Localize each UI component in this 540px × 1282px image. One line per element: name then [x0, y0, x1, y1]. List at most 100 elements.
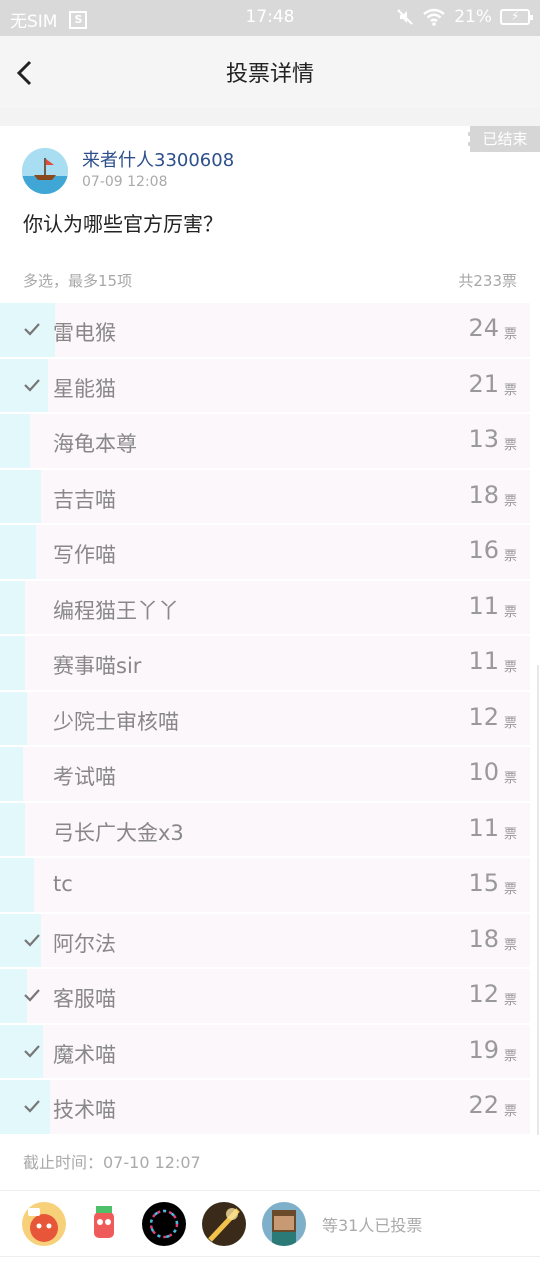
total-votes: 共233票	[458, 272, 517, 290]
poll-meta: 多选，最多15项 共233票	[23, 270, 517, 291]
vote-unit: 票	[503, 327, 517, 342]
bolt-icon: ⚡	[511, 9, 520, 23]
poll-option[interactable]: 编程猫王丫丫 11 票	[0, 580, 540, 637]
option-label: 阿尔法	[53, 931, 116, 956]
option-count: 10	[468, 758, 499, 786]
divider	[0, 1256, 540, 1257]
poll-option[interactable]: 技术喵 22 票	[0, 1080, 540, 1136]
vote-unit: 票	[503, 826, 517, 842]
option-count: 16	[468, 536, 499, 564]
poll-option[interactable]: 写作喵 16 票	[0, 525, 540, 581]
status-bar: 无SIM S 17:48 21% ⚡	[0, 0, 540, 36]
option-label: 弓长广大金x3	[53, 820, 184, 845]
vote-bar	[0, 414, 30, 468]
poll-option[interactable]: 魔术喵 19 票	[0, 1024, 540, 1081]
check-icon	[24, 378, 40, 392]
check-icon	[24, 933, 40, 947]
option-label: 海龟本尊	[53, 432, 137, 456]
divider	[0, 1190, 540, 1191]
vote-unit: 票	[503, 1048, 517, 1064]
page-title: 投票详情	[225, 62, 314, 87]
voters-row[interactable]: 等31人已投票	[22, 1202, 422, 1246]
vote-unit: 票	[503, 660, 517, 675]
voter-avatar[interactable]	[262, 1202, 306, 1246]
ring-avatar-icon	[142, 1202, 186, 1246]
option-label: 编程猫王丫丫	[53, 598, 179, 623]
poll-option[interactable]: 客服喵 12 票	[0, 969, 540, 1025]
cat-avatar-icon	[22, 1202, 66, 1246]
sword-avatar-icon	[202, 1202, 246, 1246]
vote-bar	[0, 469, 41, 523]
poll-option[interactable]: 雷电猴 24 票	[0, 303, 540, 359]
avatar[interactable]	[22, 148, 68, 194]
voter-avatar[interactable]	[202, 1202, 246, 1246]
robot-avatar-icon	[82, 1202, 126, 1246]
option-count: 11	[468, 591, 499, 620]
vote-unit: 票	[503, 438, 517, 453]
header-separator	[0, 108, 540, 126]
vote-unit: 票	[503, 382, 517, 398]
poll-option[interactable]: 星能猫 21 票	[0, 358, 540, 415]
vote-bar	[0, 747, 23, 801]
vote-unit: 票	[503, 715, 517, 731]
vote-unit: 票	[503, 549, 517, 564]
nav-header: 投票详情	[0, 36, 540, 108]
option-label: 星能猫	[53, 376, 116, 401]
option-count: 21	[468, 369, 499, 398]
option-label: 客服喵	[53, 987, 116, 1011]
battery-icon: ⚡	[500, 9, 533, 25]
boat-avatar-icon	[22, 148, 68, 194]
post-time: 07-09 12:08	[82, 174, 168, 190]
option-label: 雷电猴	[53, 321, 116, 345]
vote-bar	[0, 802, 26, 856]
option-count: 24	[468, 314, 499, 342]
option-count: 12	[468, 702, 499, 731]
vote-bar	[0, 525, 37, 579]
vote-bar	[0, 691, 28, 745]
option-label: 少院士审核喵	[53, 709, 179, 734]
vote-unit: 票	[503, 937, 517, 953]
voter-avatar[interactable]	[22, 1202, 66, 1246]
vote-unit: 票	[503, 993, 517, 1008]
poll-option[interactable]: tc 15 票	[0, 858, 540, 914]
option-count: 15	[468, 869, 499, 897]
option-label: 写作喵	[53, 543, 116, 567]
minecraft-avatar-icon	[262, 1202, 306, 1246]
voter-avatar[interactable]	[82, 1202, 126, 1246]
status-badge: 已结束	[468, 126, 540, 152]
option-count: 22	[468, 1091, 499, 1119]
battery-percent: 21%	[454, 7, 492, 27]
vote-unit: 票	[503, 604, 517, 620]
mute-icon	[397, 9, 413, 25]
option-count: 18	[468, 924, 499, 953]
scrollbar[interactable]	[537, 665, 539, 1135]
poll-option[interactable]: 少院士审核喵 12 票	[0, 691, 540, 748]
poll-option[interactable]: 弓长广大金x3 11 票	[0, 802, 540, 859]
poll-option[interactable]: 吉吉喵 18 票	[0, 469, 540, 526]
vote-bar	[0, 636, 26, 690]
option-count: 12	[468, 980, 499, 1008]
poll-option[interactable]: 海龟本尊 13 票	[0, 414, 540, 470]
check-icon	[24, 1100, 40, 1113]
voter-avatar[interactable]	[142, 1202, 186, 1246]
check-icon	[24, 989, 40, 1002]
option-count: 11	[468, 647, 499, 675]
option-label: 魔术喵	[53, 1042, 116, 1067]
wifi-icon	[423, 8, 445, 26]
option-label: 赛事喵sir	[53, 654, 142, 678]
check-icon	[24, 323, 40, 336]
check-icon	[24, 1044, 40, 1058]
poll-options: 雷电猴 24 票 星能猫 21 票 海龟本尊 13 票 吉吉喵 18 票 写作喵…	[0, 303, 540, 1136]
poll-option[interactable]: 阿尔法 18 票	[0, 913, 540, 970]
vote-unit: 票	[503, 771, 517, 786]
option-label: 吉吉喵	[53, 487, 116, 512]
option-count: 18	[468, 480, 499, 509]
vote-bar	[0, 858, 35, 912]
poll-mode: 多选，最多15项	[23, 272, 133, 290]
vote-bar	[0, 580, 26, 634]
author-name[interactable]: 来者什人3300608	[82, 146, 234, 172]
vote-unit: 票	[503, 493, 517, 509]
poll-option[interactable]: 赛事喵sir 11 票	[0, 636, 540, 692]
vote-unit: 票	[503, 882, 517, 897]
poll-option[interactable]: 考试喵 10 票	[0, 747, 540, 803]
